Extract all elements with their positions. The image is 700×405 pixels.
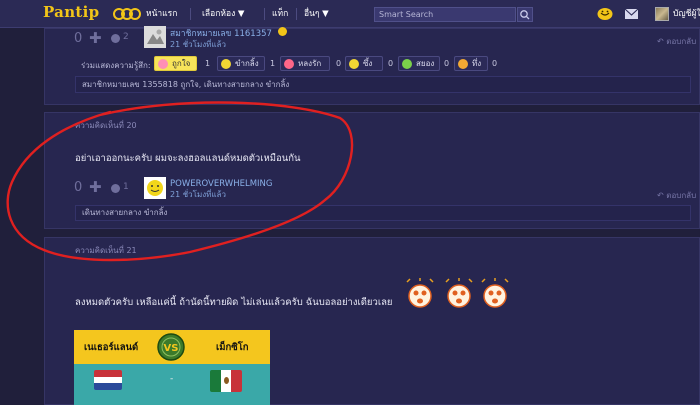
nav-divider [264,8,265,20]
match-image: เนเธอร์แลนด์ เม็กซิโก VS - [74,330,270,405]
nav-more[interactable]: อื่นๆ ▼ [304,0,329,28]
reaction-count: 0 [492,59,498,68]
emotion-count-icon [111,34,120,43]
nav-divider [190,8,191,20]
comment-card: 0 ✚ 2 สมาชิกหมายเลข 1161357 21 ชั่วโมงที… [44,26,700,105]
vote-count: 0 [74,180,83,195]
amazed-emotion-icon [458,59,468,69]
comment-number: ความคิดเห็นที่ 21 [75,246,137,255]
team-right-name: เม็กซิโก [216,342,249,353]
plus-vote-button[interactable]: ✚ [89,178,102,196]
reaction-touched-button[interactable]: ซึ้ง [345,56,383,71]
author-emoticon-icon [278,27,287,36]
pantip-logo[interactable]: Pantip [43,3,99,21]
shocked-emoticon-icon [406,278,434,308]
reaction-label: หลงรัก [298,59,322,68]
shocked-emoticon-icon [481,278,509,308]
reaction-label: ขำกลิ้ง [235,59,259,68]
team-left-name: เนเธอร์แลนด์ [84,342,139,353]
reaction-label: ถูกใจ [172,59,191,68]
reaction-like-button[interactable]: ถูกใจ [154,56,197,71]
reaction-count: 1 [270,59,276,68]
reply-arrow-icon: ↶ [657,191,664,200]
vote-count: 0 [74,31,83,46]
plus-vote-button[interactable]: ✚ [89,29,102,47]
top-navigation-bar: Pantip หน้าแรก เลือกห้อง ▼ แท็ก อื่นๆ ▼ … [0,0,700,28]
reply-arrow-icon: ↶ [657,37,664,46]
reaction-label: ซึ้ง [363,59,373,68]
reaction-count: 0 [444,59,450,68]
reaction-laugh-button[interactable]: ขำกลิ้ง [217,56,265,71]
nav-choose-room[interactable]: เลือกห้อง ▼ [202,0,244,28]
reply-label: ตอบกลับ [666,37,697,46]
reaction-prompt: ร่วมแสดงความรู้สึก: [81,61,151,70]
comment-time[interactable]: 21 ชั่วโมงที่แล้ว [170,188,226,201]
emotion-count-icon [111,184,120,193]
pantip-logo-mark-icon[interactable] [112,5,142,21]
search-button[interactable] [517,7,533,22]
netherlands-flag-icon [94,370,122,390]
nav-divider [296,8,297,20]
user-avatar[interactable] [144,26,166,48]
nav-tags[interactable]: แท็ก [272,0,288,28]
reaction-summary: เดินทางสายกลาง ขำกลิ้ง [75,205,691,221]
scared-emotion-icon [402,59,412,69]
user-avatar[interactable] [144,177,166,199]
reply-button[interactable]: ↶ ตอบกลับ [657,35,696,48]
comment-text: อย่าเอาออกนะครับ ผมจะลงฮอลแลนด์หมดตัวเหม… [75,153,301,164]
shocked-emoticon-icon [445,278,473,308]
reaction-summary: สมาชิกหมายเลข 1355818 ถูกใจ, เดินทางสายก… [75,76,691,93]
reaction-love-button[interactable]: หลงรัก [280,56,330,71]
reaction-label: ทึ่ง [472,59,482,68]
emotion-notification-icon[interactable] [597,7,613,21]
reply-label: ตอบกลับ [666,191,697,200]
comment-number: ความคิดเห็นที่ 20 [75,121,137,130]
user-menu[interactable]: บัญชีผู้ใช้ [673,0,700,28]
reaction-count: 0 [388,59,394,68]
comment-text: ลงหมดตัวครับ เหลือแค่นี้ ถ้านัดนี้ทายผิด… [75,297,393,308]
reaction-scared-button[interactable]: สยอง [398,56,440,71]
reaction-count: 0 [336,59,342,68]
reaction-count: 1 [205,59,211,68]
emotion-count: 1 [123,182,129,192]
vs-label: VS [164,343,179,354]
user-avatar[interactable] [655,7,669,21]
mexico-flag-icon [210,370,242,392]
search-icon [520,10,530,20]
emotion-count: 2 [123,32,129,42]
reaction-amazed-button[interactable]: ทึ่ง [454,56,488,71]
reply-button[interactable]: ↶ ตอบกลับ [657,189,696,202]
laugh-emotion-icon [221,59,231,69]
comment-time[interactable]: 21 ชั่วโมงที่แล้ว [170,38,226,51]
reaction-label: สยอง [416,59,435,68]
touched-emotion-icon [349,59,359,69]
comment-card: ความคิดเห็นที่ 20 อย่าเอาออกนะครับ ผมจะล… [44,112,700,229]
love-emotion-icon [284,59,294,69]
mail-icon[interactable] [624,7,639,21]
match-score: - [170,374,174,384]
search-input[interactable]: Smart Search [374,7,516,22]
nav-home[interactable]: หน้าแรก [146,0,177,28]
heart-emotion-icon [158,59,168,69]
vs-badge-icon: VS [157,333,185,361]
